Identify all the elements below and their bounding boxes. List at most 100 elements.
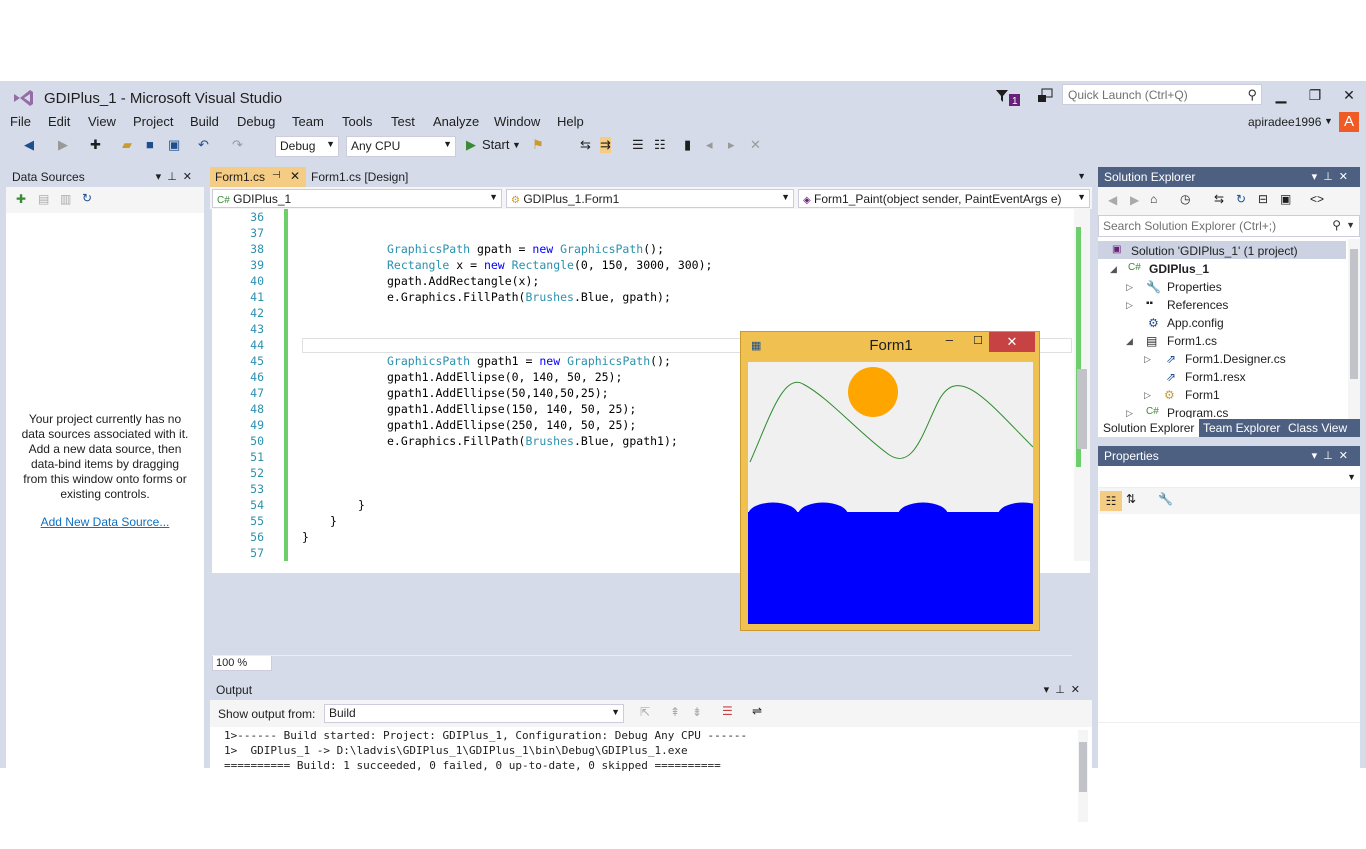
menu-tools[interactable]: Tools [342,114,372,129]
scrollbar-thumb[interactable] [1079,742,1087,792]
menu-project[interactable]: Project [133,114,173,129]
restore-button[interactable]: ❐ [1300,85,1330,105]
menu-analyze[interactable]: Analyze [433,114,479,129]
new-project-icon[interactable]: ✚ [90,137,101,153]
scrollbar-thumb[interactable] [1077,369,1087,449]
avatar[interactable]: A [1339,112,1359,132]
add-new-data-source-link[interactable]: Add New Data Source... [6,515,204,529]
form-close-button[interactable]: ✕ [989,332,1035,352]
back-icon[interactable]: ◀ [24,137,34,153]
menu-edit[interactable]: Edit [48,114,70,129]
start-button[interactable]: Start [482,137,509,152]
menu-view[interactable]: View [88,114,116,129]
bookmark-icon[interactable]: ▮ [684,137,691,153]
panel-controls[interactable]: ▾⊥✕ [1044,683,1086,696]
quick-launch-input[interactable]: Quick Launch (Ctrl+Q) ⚲ [1062,84,1262,105]
collapse-all-icon[interactable]: ⊟ [1258,192,1268,206]
collapse-arrow-icon[interactable]: ▷ [1144,354,1151,365]
menu-file[interactable]: File [10,114,31,129]
next-bookmark-icon[interactable]: ▸ [728,137,735,153]
pending-changes-icon[interactable]: ◷ [1180,192,1190,206]
next-message-icon[interactable]: ⇟ [692,705,702,719]
configuration-select[interactable]: Debug ▼ [275,136,339,157]
feedback-icon[interactable] [1036,87,1054,105]
menu-team[interactable]: Team [292,114,324,129]
tree-item-program[interactable]: Program.cs [1167,406,1228,418]
open-file-icon[interactable]: ▰ [122,137,132,153]
menu-window[interactable]: Window [494,114,540,129]
expand-arrow-icon[interactable]: ◢ [1126,336,1133,347]
tree-item-resx[interactable]: Form1.resx [1185,370,1246,384]
notification-flag-icon[interactable]: 1 [994,87,1024,107]
toggle-icon[interactable]: ⇆ [580,137,591,153]
output-source-select[interactable]: Build ▼ [324,704,624,723]
tree-item-properties[interactable]: Properties [1167,280,1222,294]
form-maximize-button[interactable]: ☐ [973,334,983,347]
menu-test[interactable]: Test [391,114,415,129]
save-icon[interactable]: ■ [146,137,154,152]
user-dropdown-icon[interactable]: ▼ [1324,116,1333,126]
sync-icon[interactable]: ⇆ [1214,192,1224,206]
forward-icon[interactable]: ▶ [1130,193,1139,207]
uncomment-icon[interactable]: ☷ [654,137,666,153]
undo-icon[interactable]: ↶ [198,137,209,153]
platform-select[interactable]: Any CPU ▼ [346,136,456,157]
scrollbar-thumb[interactable] [1350,249,1358,379]
tree-item-form1[interactable]: Form1 [1185,388,1220,402]
horizontal-scrollbar[interactable] [212,655,1072,673]
refresh-icon[interactable]: ↻ [1236,192,1246,206]
output-vertical-scrollbar[interactable] [1078,730,1088,822]
tree-item-references[interactable]: References [1167,298,1228,312]
tree-item-designer[interactable]: Form1.Designer.cs [1185,352,1286,366]
configure-icon[interactable]: ▥ [60,192,71,206]
close-icon[interactable]: ✕ [290,169,300,183]
tab-overflow-icon[interactable]: ▼ [1077,171,1086,181]
go-to-line-icon[interactable]: ⇱ [640,705,650,719]
alphabetical-icon[interactable]: ⇅ [1126,492,1136,506]
form1-window[interactable]: ▦ Form1 – ☐ ✕ [740,331,1048,631]
panel-controls[interactable]: ▾⊥✕ [1312,449,1354,462]
collapse-arrow-icon[interactable]: ▷ [1126,282,1133,293]
forward-icon[interactable]: ▶ [58,137,68,153]
tab-class-view[interactable]: Class View [1283,419,1352,437]
prev-message-icon[interactable]: ⇞ [670,705,680,719]
tree-item-appconfig[interactable]: App.config [1167,316,1224,330]
home-icon[interactable]: ⌂ [1150,192,1157,206]
tree-item-project[interactable]: GDIPlus_1 [1149,262,1209,276]
tab-form1-cs[interactable]: Form1.cs ⊣ ✕ [210,167,306,187]
tree-vertical-scrollbar[interactable] [1348,239,1360,419]
object-selector[interactable]: ▼ [1098,466,1360,488]
prev-bookmark-icon[interactable]: ◂ [706,137,713,153]
toggle-active-icon[interactable]: ⇉ [600,137,611,153]
panel-controls[interactable]: ▾⊥✕ [156,170,198,183]
solution-search-input[interactable]: Search Solution Explorer (Ctrl+;) ⚲ ▼ [1098,215,1360,237]
edit-dataset-icon[interactable]: ▤ [38,192,49,206]
start-icon[interactable]: ▶ [466,137,476,153]
close-button[interactable]: ✕ [1334,85,1364,105]
project-nav-select[interactable]: C# GDIPlus_1 ▼ [212,189,502,208]
refresh-icon[interactable]: ↻ [82,191,92,205]
menu-debug[interactable]: Debug [237,114,275,129]
panel-controls[interactable]: ▾⊥✕ [1312,170,1354,183]
minimize-button[interactable]: ▁ [1266,85,1296,105]
collapse-arrow-icon[interactable]: ▷ [1126,408,1133,419]
user-name[interactable]: apiradee1996 [1248,115,1321,129]
clear-bookmark-icon[interactable]: ✕ [750,137,761,153]
collapse-arrow-icon[interactable]: ▷ [1144,390,1151,401]
word-wrap-icon[interactable]: ⇌ [752,704,762,718]
editor-vertical-scrollbar[interactable] [1074,209,1090,561]
save-all-icon[interactable]: ▣ [168,137,180,153]
property-pages-icon[interactable]: 🔧 [1158,492,1173,506]
show-all-files-icon[interactable]: ▣ [1280,192,1291,206]
categorized-icon[interactable]: ☷ [1100,491,1122,511]
menu-build[interactable]: Build [190,114,219,129]
expand-arrow-icon[interactable]: ◢ [1110,264,1117,275]
output-text[interactable]: 1>------ Build started: Project: GDIPlus… [224,728,747,773]
tab-solution-explorer[interactable]: Solution Explorer [1098,419,1200,437]
tree-item-form1cs[interactable]: Form1.cs [1167,334,1217,348]
start-dropdown-icon[interactable]: ▼ [512,140,521,150]
add-data-source-icon[interactable]: ✚ [16,192,26,206]
class-nav-select[interactable]: ⚙ GDIPlus_1.Form1 ▼ [506,189,794,208]
redo-icon[interactable]: ↷ [232,137,243,153]
comment-icon[interactable]: ☰ [632,137,644,153]
